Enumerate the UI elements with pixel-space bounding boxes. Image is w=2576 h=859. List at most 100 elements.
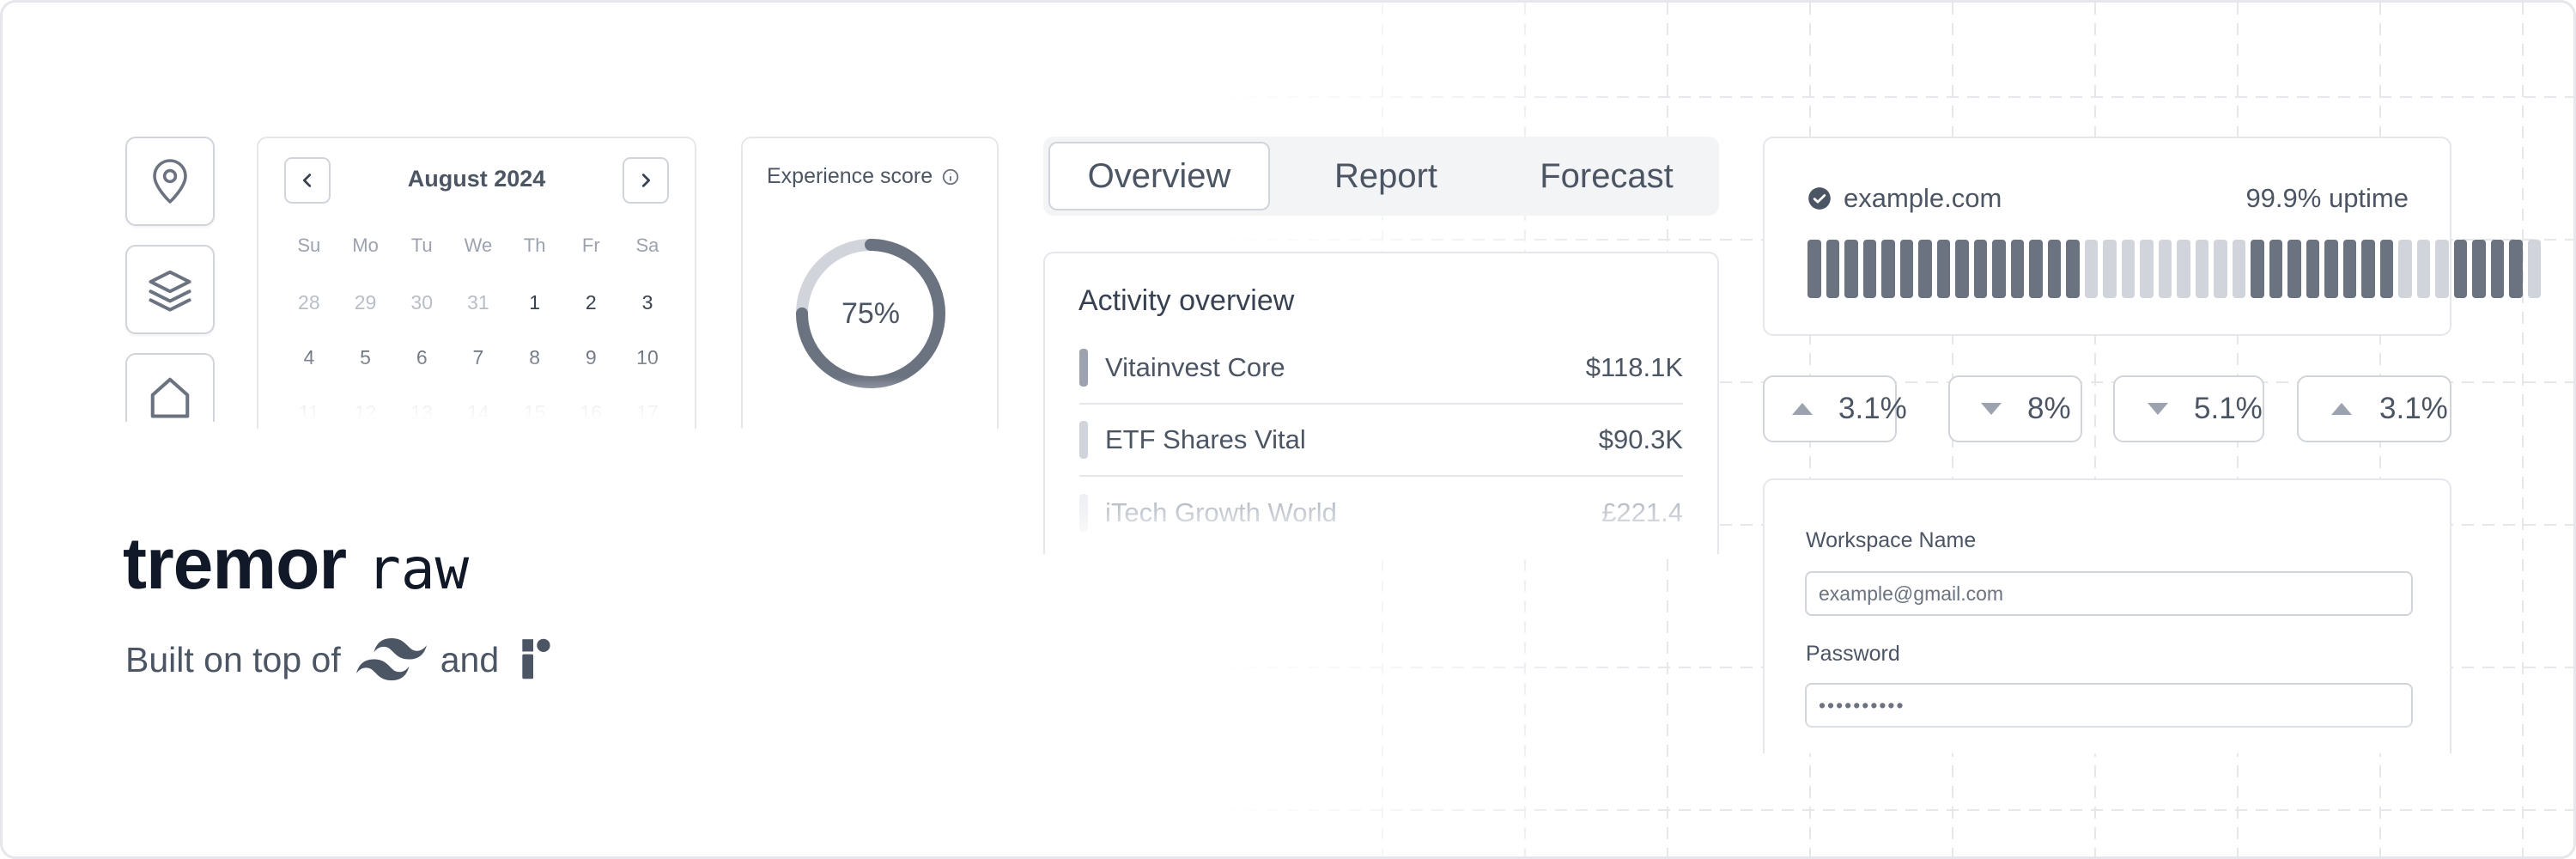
uptime-bar[interactable]: [2103, 240, 2117, 298]
uptime-bar[interactable]: [2287, 240, 2301, 298]
uptime-bar[interactable]: [2435, 240, 2449, 298]
map-pin-button[interactable]: [125, 137, 215, 226]
calendar-day[interactable]: 3: [619, 291, 676, 314]
radix-logo-icon[interactable]: [519, 637, 554, 683]
experience-score-header: Experience score: [767, 164, 960, 189]
weekday-label: Su: [297, 235, 321, 256]
uptime-bar[interactable]: [2379, 240, 2393, 298]
delta-value: 8%: [2027, 392, 2071, 425]
uptime-bar[interactable]: [2232, 240, 2245, 298]
calendar-day[interactable]: 12: [337, 401, 394, 424]
uptime-bar[interactable]: [2195, 240, 2208, 298]
tab-forecast[interactable]: Forecast: [1496, 142, 1717, 210]
uptime-bar[interactable]: [2158, 240, 2172, 298]
uptime-bar[interactable]: [2306, 240, 2319, 298]
calendar-day[interactable]: 7: [450, 346, 507, 369]
activity-row[interactable]: iTech Growth World £221.4: [1079, 477, 1683, 549]
uptime-bar[interactable]: [1992, 240, 2006, 298]
uptime-card: example.com 99.9% uptime: [1763, 137, 2541, 336]
experience-score-value: 75%: [841, 296, 901, 330]
uptime-header: example.com: [1807, 183, 2002, 214]
calendar-day[interactable]: 16: [562, 401, 619, 424]
uptime-bar[interactable]: [1807, 240, 1821, 298]
layers-icon: [149, 270, 191, 312]
calendar-card: August 2024 Su Mo Tu We Th Fr Sa 28 29 3…: [257, 137, 696, 429]
hero-canvas: August 2024 Su Mo Tu We Th Fr Sa 28 29 3…: [0, 0, 2576, 859]
delta-value: 3.1%: [2379, 392, 2448, 425]
tab-bar: Overview Report Forecast: [1043, 137, 1719, 216]
activity-row[interactable]: Vitainvest Core $118.1K: [1079, 332, 1683, 405]
uptime-bar[interactable]: [2509, 240, 2523, 298]
calendar-day[interactable]: 8: [507, 346, 563, 369]
calendar-day[interactable]: 10: [619, 346, 676, 369]
weekday-label: Tu: [410, 235, 433, 256]
workspace-name-input[interactable]: [1805, 571, 2413, 616]
delta-badge: 3.1%: [1763, 375, 1907, 442]
uptime-bar[interactable]: [1862, 240, 1876, 298]
uptime-bar[interactable]: [2214, 240, 2227, 298]
check-circle-icon: [1808, 187, 1831, 210]
uptime-bar[interactable]: [2490, 240, 2504, 298]
calendar-next-button[interactable]: [623, 157, 669, 204]
uptime-bar[interactable]: [1826, 240, 1839, 298]
activity-row-value: $118.1K: [1585, 352, 1683, 382]
calendar-day[interactable]: 1: [507, 291, 563, 314]
uptime-bar[interactable]: [1918, 240, 1932, 298]
calendar-day[interactable]: 28: [281, 291, 337, 314]
delta-value: 3.1%: [1838, 392, 1907, 425]
weekday-label: Mo: [352, 235, 379, 256]
uptime-bar[interactable]: [2066, 240, 2080, 298]
uptime-bar[interactable]: [2472, 240, 2486, 298]
uptime-bar[interactable]: [2140, 240, 2154, 298]
weekday-label: We: [464, 235, 493, 256]
calendar-day[interactable]: 4: [281, 346, 337, 369]
tab-report[interactable]: Report: [1275, 142, 1497, 210]
uptime-bar[interactable]: [2010, 240, 2024, 298]
tab-overview[interactable]: Overview: [1048, 142, 1270, 210]
uptime-bar[interactable]: [2121, 240, 2135, 298]
calendar-day[interactable]: 2: [562, 291, 619, 314]
calendar-day[interactable]: 31: [450, 291, 507, 314]
uptime-bar[interactable]: [1899, 240, 1913, 298]
uptime-bar[interactable]: [2527, 240, 2541, 298]
uptime-bar[interactable]: [1844, 240, 1858, 298]
uptime-bar[interactable]: [2324, 240, 2338, 298]
uptime-bar[interactable]: [1936, 240, 1950, 298]
calendar-day[interactable]: 5: [337, 346, 394, 369]
calendar-day[interactable]: 30: [393, 291, 450, 314]
map-pin-icon: [153, 159, 187, 204]
calendar-day[interactable]: 13: [393, 401, 450, 424]
uptime-bar[interactable]: [1973, 240, 1987, 298]
layers-button[interactable]: [125, 245, 215, 334]
calendar-day[interactable]: 15: [507, 401, 563, 424]
uptime-bar[interactable]: [2269, 240, 2282, 298]
tailwind-logo-icon[interactable]: [355, 638, 427, 681]
delta-badge: 8%: [1948, 375, 2082, 442]
uptime-bar[interactable]: [1881, 240, 1895, 298]
activity-row-name: ETF Shares Vital: [1105, 424, 1306, 454]
activity-row[interactable]: ETF Shares Vital $90.3K: [1079, 405, 1683, 477]
arrow-down-icon: [1981, 403, 2002, 415]
calendar-day[interactable]: 14: [450, 401, 507, 424]
calendar-day[interactable]: 11: [281, 401, 337, 424]
home-button[interactable]: [125, 353, 215, 422]
password-input[interactable]: [1805, 683, 2413, 728]
info-icon[interactable]: [941, 168, 960, 186]
calendar-day[interactable]: 6: [393, 346, 450, 369]
uptime-bar[interactable]: [2416, 240, 2430, 298]
calendar-day[interactable]: 9: [562, 346, 619, 369]
uptime-bar[interactable]: [2398, 240, 2412, 298]
uptime-bar[interactable]: [2251, 240, 2264, 298]
uptime-bar[interactable]: [2047, 240, 2061, 298]
uptime-bar[interactable]: [2361, 240, 2375, 298]
experience-score-card: Experience score 75%: [741, 137, 999, 429]
uptime-bar[interactable]: [2342, 240, 2356, 298]
uptime-bar[interactable]: [2084, 240, 2098, 298]
weekday-label: Fr: [581, 235, 600, 256]
calendar-day[interactable]: 29: [337, 291, 394, 314]
uptime-bar[interactable]: [2177, 240, 2190, 298]
uptime-bar[interactable]: [1955, 240, 1969, 298]
calendar-day[interactable]: 17: [619, 401, 676, 424]
uptime-bar[interactable]: [2029, 240, 2043, 298]
uptime-bar[interactable]: [2453, 240, 2467, 298]
